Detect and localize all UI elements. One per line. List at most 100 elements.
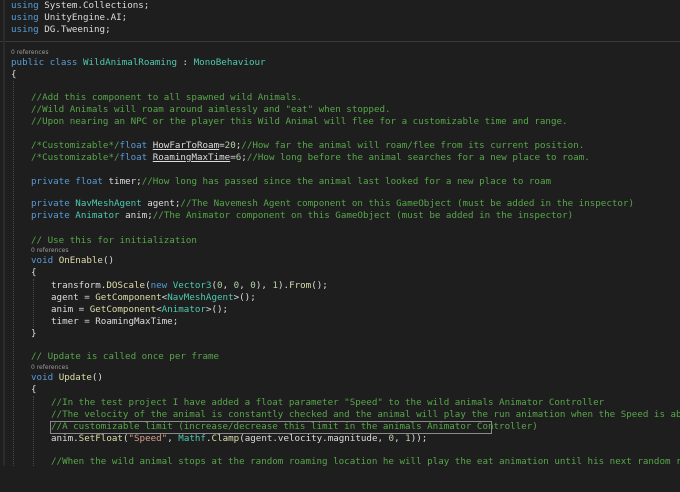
- code-token: agent =: [51, 292, 96, 303]
- method-name: Update: [58, 372, 92, 383]
- comment: //Wild Animals will roam around aimlessl…: [31, 104, 391, 115]
- code-token: >();: [233, 292, 256, 303]
- code-token: GetComponent: [95, 292, 162, 303]
- base-class: MonoBehaviour: [193, 57, 266, 68]
- code-token: Vector3: [167, 280, 212, 291]
- codelens-references[interactable]: 0 references: [31, 364, 69, 372]
- method-name: OnEnable: [58, 255, 103, 266]
- comment: //Upon nearing an NPC or the player this…: [31, 116, 568, 127]
- code-line: {: [0, 69, 680, 81]
- code-token: ).: [277, 280, 290, 291]
- indent-guide: [33, 279, 34, 327]
- code-token: (agent.velocity.magnitude,: [239, 433, 389, 444]
- field-name: HowFarToRoam: [152, 140, 220, 151]
- keyword: using: [11, 0, 39, 11]
- comment: /*Customizable*/: [31, 152, 120, 163]
- punct: :: [177, 57, 194, 68]
- code-line: /*Customizable*/float RoamingMaxTime=6;/…: [0, 152, 680, 164]
- comment: //Add this component to all spawned wild…: [31, 92, 303, 103]
- brace: {: [31, 267, 37, 278]
- code-line: //In the test project I have added a flo…: [0, 397, 680, 409]
- codelens-references[interactable]: 0 references: [11, 49, 49, 57]
- code-token: Mathf: [178, 433, 206, 444]
- code-token: ,: [239, 280, 251, 291]
- comment: //The Navemesh Agent component on this G…: [180, 198, 634, 209]
- code-line: void OnEnable(): [0, 255, 680, 267]
- comment: //In the test project I have added a flo…: [51, 397, 605, 408]
- code-token: anim.: [51, 433, 79, 444]
- code-token: ,: [167, 433, 179, 444]
- code-line: //Wild Animals will roam around aimlessl…: [0, 104, 680, 116]
- code-token: ,: [222, 280, 234, 291]
- keyword: float: [119, 140, 148, 151]
- code-line: using DG.Tweening;: [0, 24, 680, 36]
- code-line: public class WildAnimalRoaming : MonoBeh…: [0, 57, 680, 69]
- code-line: /*Customizable*/float HowFarToRoam=20;//…: [0, 140, 680, 152]
- keyword: float: [75, 176, 103, 187]
- code-token: From: [289, 280, 312, 291]
- code-token: NavMeshAgent: [167, 292, 234, 303]
- brace: {: [31, 384, 37, 395]
- keyword: using: [11, 12, 39, 23]
- comment: /*Customizable*/: [31, 140, 120, 151]
- keyword: public: [11, 57, 45, 68]
- indent-guide: [13, 81, 14, 466]
- code-line: //The velocity of the animal is constant…: [0, 409, 680, 421]
- punct: (): [91, 372, 103, 383]
- keyword: float: [119, 152, 148, 163]
- comment: //How far the animal will roam/flee from…: [241, 140, 585, 151]
- code-line: private NavMeshAgent agent;//The Navemes…: [0, 198, 680, 210]
- code-editor[interactable]: using System.Collections; using UnityEng…: [0, 0, 680, 468]
- code-line: anim = GetComponent<Animator>();: [0, 304, 680, 316]
- code-token: SetFloat: [78, 433, 123, 444]
- comment: //How long before the animal searches fo…: [246, 152, 590, 163]
- code-line: //Add this component to all spawned wild…: [0, 92, 680, 104]
- code-token: timer = RoamingMaxTime;: [51, 316, 179, 327]
- code-line: transform.DOScale(new Vector3(0, 0, 0), …: [0, 280, 680, 292]
- codelens-references[interactable]: 0 references: [31, 247, 69, 255]
- code-line: using UnityEngine.AI;: [0, 12, 680, 24]
- code-line: using System.Collections;: [0, 0, 680, 12]
- code-token: anim =: [51, 304, 90, 315]
- keyword: private: [31, 198, 70, 209]
- code-line: //Upon nearing an NPC or the player this…: [0, 116, 680, 128]
- code-line: }: [0, 328, 680, 340]
- code-token: Clamp: [211, 433, 240, 444]
- type-name: NavMeshAgent: [75, 198, 142, 209]
- code-line: //When the wild animal stops at the rand…: [0, 456, 680, 468]
- type-name: Animator: [75, 210, 120, 221]
- number: 20: [224, 140, 236, 151]
- code-token: ));: [410, 433, 428, 444]
- code-token: GetComponent: [89, 304, 157, 315]
- namespace: UnityEngine.AI;: [44, 12, 128, 23]
- field-name: timer;: [108, 176, 142, 187]
- class-name: WildAnimalRoaming: [82, 57, 178, 68]
- comment: //How long has passed since the animal l…: [141, 176, 552, 187]
- code-line: timer = RoamingMaxTime;: [0, 316, 680, 328]
- comment: //When the wild animal stops at the rand…: [51, 456, 680, 467]
- indent-guide: [33, 396, 34, 466]
- comment: //A customizable limit (increase/decreas…: [51, 421, 538, 432]
- separator-line: [0, 41, 680, 42]
- punct: (): [102, 255, 115, 266]
- brace: {: [11, 69, 17, 80]
- code-line: // Update is called once per frame: [0, 351, 680, 363]
- code-token: ();: [311, 280, 328, 291]
- keyword: private: [31, 176, 70, 187]
- field-name: agent;: [141, 198, 181, 209]
- code-line: void Update(): [0, 372, 680, 384]
- code-line: private Animator anim;//The Animator com…: [0, 210, 680, 222]
- comment: //The velocity of the animal is constant…: [51, 409, 680, 420]
- keyword: class: [49, 57, 78, 68]
- comment: // Use this for initialization: [31, 235, 197, 246]
- comment: //The Animator component on this GameObj…: [152, 210, 574, 221]
- code-token: ),: [255, 280, 273, 291]
- code-token: DOScale: [106, 280, 146, 291]
- field-name: anim;: [119, 210, 153, 221]
- code-line-current: //A customizable limit (increase/decreas…: [0, 421, 680, 434]
- code-line: agent = GetComponent<NavMeshAgent>();: [0, 292, 680, 304]
- code-line: {: [0, 267, 680, 279]
- keyword: using: [11, 24, 39, 35]
- brace: }: [31, 328, 37, 339]
- code-token: ,: [394, 433, 406, 444]
